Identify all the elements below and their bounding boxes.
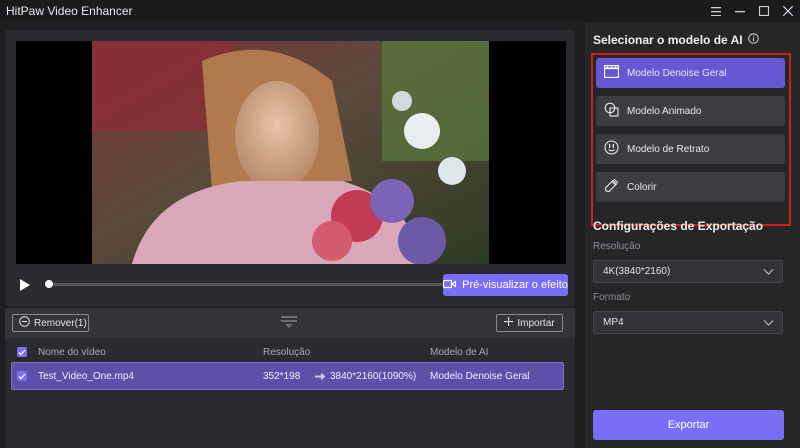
ai-model-title-text: Selecionar o modelo de AI: [593, 33, 743, 47]
plus-icon: [504, 317, 514, 329]
collapse-list-icon[interactable]: [281, 316, 297, 332]
model-colorize-label: Colorir: [627, 181, 657, 193]
ai-model-list: Modelo Denoise Geral Modelo Animado Mode…: [591, 53, 791, 226]
title-bar: HitPaw Video Enhancer: [0, 0, 800, 22]
header-resolution: Resolução: [263, 346, 311, 358]
header-video-name: Nome do vídeo: [38, 346, 106, 358]
close-icon[interactable]: [776, 0, 800, 22]
arrow-right-icon: [315, 372, 326, 384]
model-animated[interactable]: Modelo Animado: [596, 96, 785, 126]
resolution-select[interactable]: 4K(3840*2160): [593, 260, 783, 283]
format-select[interactable]: MP4: [593, 311, 783, 334]
minus-circle-icon: [19, 316, 30, 330]
clapperboard-icon: [604, 65, 619, 81]
chevron-down-icon: [763, 266, 774, 280]
preview-effect-button[interactable]: Pré-visualizar o efeito: [443, 274, 568, 296]
portrait-icon: [604, 140, 619, 158]
app-title: HitPaw Video Enhancer: [6, 4, 133, 18]
video-list-panel: Remover(1) Importar Nome do vídeo Resolu…: [5, 308, 575, 448]
video-frame: [92, 41, 489, 264]
animation-icon: [604, 102, 619, 120]
model-portrait-label: Modelo de Retrato: [627, 143, 710, 155]
chevron-down-icon: [763, 317, 774, 331]
preview-panel: Pré-visualizar o efeito: [5, 30, 575, 306]
import-label: Importar: [517, 317, 555, 329]
list-header: Nome do vídeo Resolução Modelo de AI: [5, 342, 575, 362]
menu-icon[interactable]: [704, 0, 728, 22]
export-settings-title: Configurações de Exportação: [593, 219, 764, 233]
colorize-icon: [604, 178, 619, 196]
format-value: MP4: [603, 317, 624, 328]
row-ai-model: Modelo Denoise Geral: [430, 370, 530, 382]
ai-model-title: Selecionar o modelo de AI: [593, 33, 759, 47]
model-animated-label: Modelo Animado: [627, 105, 702, 117]
remove-button[interactable]: Remover(1): [12, 314, 89, 332]
resolution-value: 4K(3840*2160): [603, 266, 671, 277]
player-controls: Pré-visualizar o efeito: [16, 274, 568, 296]
preview-effect-label: Pré-visualizar o efeito: [462, 279, 568, 291]
play-icon[interactable]: [16, 276, 34, 294]
select-all-checkbox[interactable]: [17, 347, 27, 357]
model-colorize[interactable]: Colorir: [596, 172, 785, 202]
header-ai-model: Modelo de AI: [430, 346, 489, 358]
progress-bar[interactable]: [45, 280, 443, 288]
remove-label: Remover(1): [34, 317, 87, 329]
model-portrait[interactable]: Modelo de Retrato: [596, 134, 785, 164]
minimize-icon[interactable]: [728, 0, 752, 22]
maximize-icon[interactable]: [752, 0, 776, 22]
format-label: Formato: [593, 292, 631, 303]
model-denoise-general[interactable]: Modelo Denoise Geral: [596, 58, 785, 88]
table-row[interactable]: Test_Video_One.mp4 352*198 3840*2160(109…: [11, 362, 564, 390]
row-resolution-from: 352*198: [263, 370, 301, 382]
export-button[interactable]: Exportar: [593, 410, 784, 440]
info-icon[interactable]: [747, 33, 759, 47]
video-player[interactable]: [16, 41, 566, 264]
settings-sidebar: Selecionar o modelo de AI Modelo Denoise…: [585, 22, 800, 448]
row-video-name: Test_Video_One.mp4: [38, 370, 134, 382]
row-checkbox[interactable]: [17, 371, 27, 381]
model-denoise-label: Modelo Denoise Geral: [627, 67, 727, 79]
video-camera-icon: [443, 279, 457, 292]
row-resolution-to: 3840*2160(1090%): [330, 370, 417, 382]
window-controls: [704, 0, 800, 22]
progress-handle[interactable]: [45, 280, 53, 288]
import-button[interactable]: Importar: [496, 314, 563, 332]
list-toolbar: Remover(1) Importar: [5, 308, 575, 338]
resolution-label: Resolução: [593, 241, 641, 252]
